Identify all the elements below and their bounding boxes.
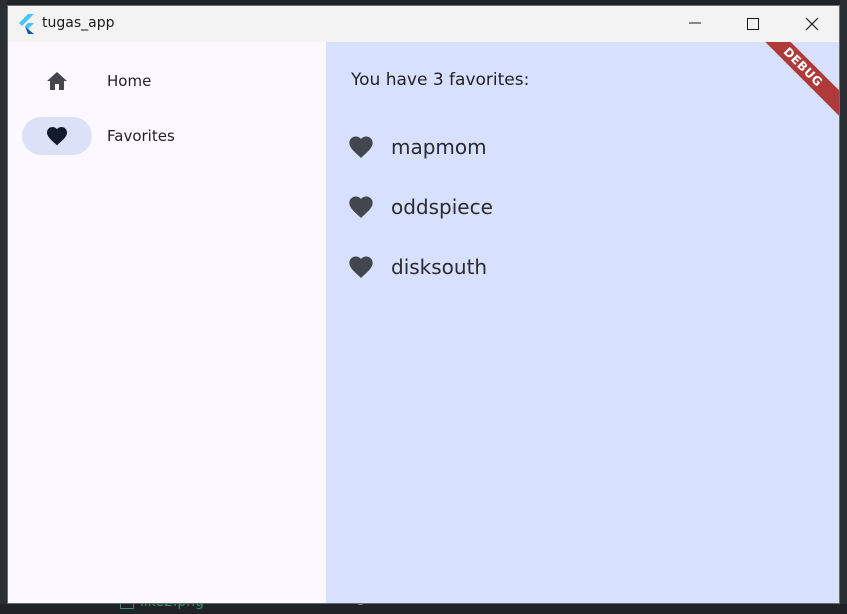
list-item[interactable]: oddspiece bbox=[326, 186, 726, 226]
favorites-page: You have 3 favorites: mapmom oddspiece d… bbox=[326, 42, 839, 603]
heart-icon bbox=[349, 256, 373, 278]
nav-item-home[interactable]: Home bbox=[8, 58, 326, 102]
close-icon bbox=[805, 17, 819, 31]
list-item[interactable]: disksouth bbox=[326, 246, 726, 286]
nav-item-favorites[interactable]: Favorites bbox=[8, 113, 326, 157]
list-item[interactable]: mapmom bbox=[326, 126, 726, 166]
background-ide-strip-right bbox=[840, 0, 847, 614]
app-content: Home Favorites You have 3 favorites: map bbox=[8, 42, 839, 603]
heart-icon bbox=[349, 196, 373, 218]
nav-indicator-selected bbox=[22, 117, 92, 155]
navigation-rail: Home Favorites bbox=[8, 42, 326, 603]
close-button[interactable] bbox=[788, 6, 834, 42]
nav-indicator bbox=[22, 62, 92, 100]
flutter-logo-icon bbox=[19, 14, 34, 34]
maximize-button[interactable] bbox=[730, 6, 776, 42]
app-window: tugas_app Home Favorites You have 3 favo… bbox=[7, 5, 840, 604]
favorite-name: disksouth bbox=[391, 255, 488, 279]
nav-item-label: Favorites bbox=[107, 127, 175, 145]
background-ide-strip bbox=[0, 0, 7, 614]
minimize-icon bbox=[689, 22, 701, 24]
minimize-button[interactable] bbox=[672, 6, 718, 42]
heart-icon bbox=[349, 136, 373, 158]
favorite-name: oddspiece bbox=[391, 195, 493, 219]
favorite-name: mapmom bbox=[391, 135, 487, 159]
maximize-icon bbox=[747, 18, 759, 30]
debug-banner: DEBUG bbox=[747, 42, 839, 123]
title-bar[interactable]: tugas_app bbox=[8, 6, 839, 42]
window-title: tugas_app bbox=[42, 15, 115, 31]
favorites-heading: You have 3 favorites: bbox=[351, 70, 530, 90]
heart-icon bbox=[47, 127, 67, 146]
nav-item-label: Home bbox=[107, 72, 152, 90]
home-icon bbox=[47, 72, 67, 90]
